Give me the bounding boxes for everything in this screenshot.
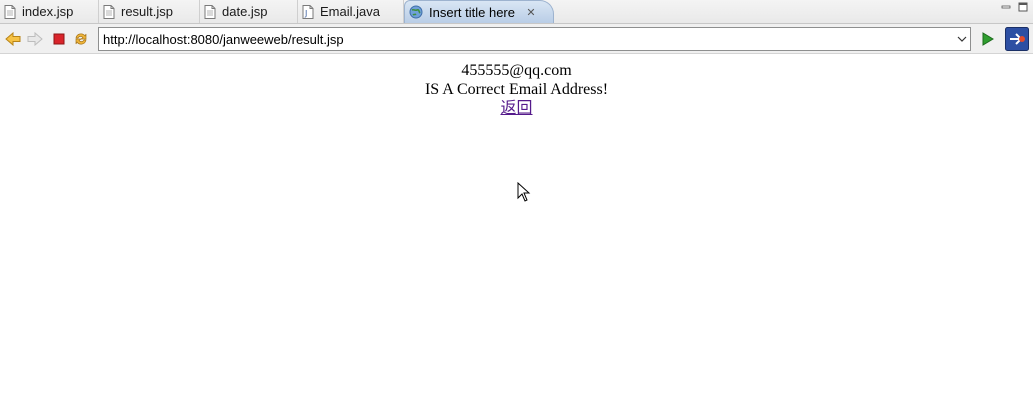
result-block: 455555@qq.com IS A Correct Email Address…	[0, 61, 1033, 118]
jsp-file-icon	[4, 4, 16, 19]
tab-result-jsp[interactable]: result.jsp	[99, 0, 200, 23]
jsp-file-icon	[103, 4, 115, 19]
tab-label: Email.java	[320, 4, 380, 19]
url-history-dropdown[interactable]	[954, 29, 970, 49]
back-icon[interactable]	[4, 30, 22, 48]
tab-insert-title-here[interactable]: Insert title here ✕	[404, 0, 554, 23]
maximize-icon[interactable]	[1018, 2, 1028, 12]
tab-index-jsp[interactable]: index.jsp	[0, 0, 99, 23]
go-icon[interactable]	[978, 30, 996, 48]
tab-label: date.jsp	[222, 4, 268, 19]
external-browser-icon[interactable]	[1005, 27, 1029, 51]
editor-tab-bar: index.jsp result.jsp date.jsp J Email.ja…	[0, 0, 1033, 24]
result-message: IS A Correct Email Address!	[424, 81, 609, 98]
jsp-file-icon	[204, 4, 216, 19]
url-input[interactable]	[99, 29, 954, 49]
url-bar[interactable]	[98, 27, 971, 51]
minimize-icon[interactable]	[1001, 2, 1011, 12]
forward-icon[interactable]	[26, 30, 44, 48]
tab-email-java[interactable]: J Email.java	[298, 0, 404, 23]
tab-label: index.jsp	[22, 4, 74, 19]
tab-label: Insert title here	[429, 4, 515, 20]
stop-icon[interactable]	[50, 30, 68, 48]
refresh-icon[interactable]	[72, 30, 90, 48]
email-text: 455555@qq.com	[461, 62, 572, 79]
svg-text:J: J	[304, 9, 307, 18]
globe-icon	[409, 5, 423, 19]
java-file-icon: J	[302, 4, 314, 19]
tab-label: result.jsp	[121, 4, 174, 19]
browser-toolbar	[0, 24, 1033, 54]
mouse-cursor-icon	[517, 182, 531, 202]
back-link[interactable]: 返回	[500, 100, 532, 117]
browser-page-content: 455555@qq.com IS A Correct Email Address…	[0, 55, 1033, 415]
tab-date-jsp[interactable]: date.jsp	[200, 0, 298, 23]
chevron-down-icon	[957, 36, 967, 42]
close-tab-icon[interactable]: ✕	[525, 6, 537, 19]
